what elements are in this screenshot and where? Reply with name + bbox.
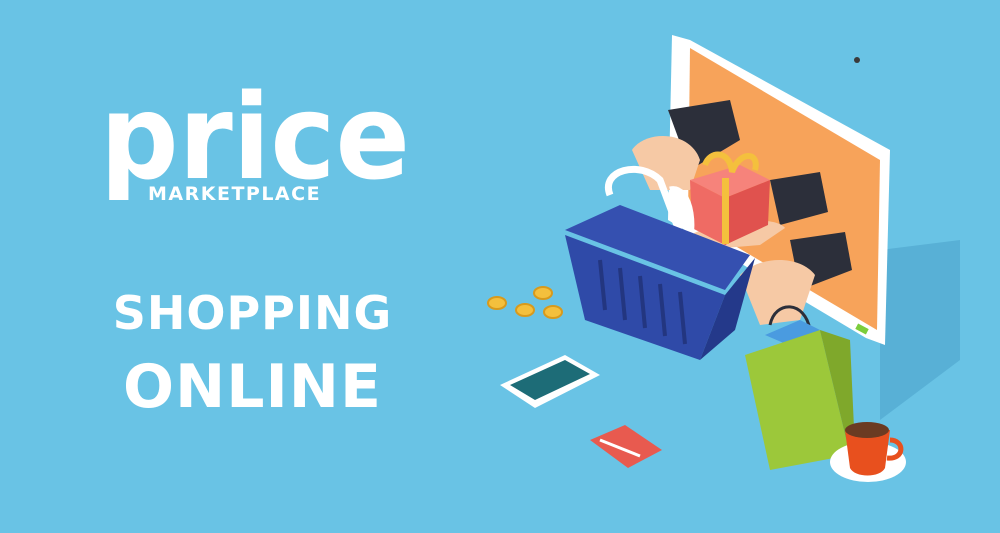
monitor-shadow bbox=[880, 240, 960, 420]
coin-icon bbox=[487, 286, 563, 319]
brand-wordmark: price bbox=[100, 70, 410, 200]
phone-icon bbox=[500, 355, 600, 408]
headline-line-1: SHOPPING bbox=[112, 286, 393, 340]
brand-logo: price bbox=[100, 70, 410, 200]
credit-card-icon bbox=[590, 425, 662, 468]
headline-line-2: ONLINE bbox=[123, 352, 382, 422]
shopping-bag-icon bbox=[745, 305, 855, 470]
online-shopping-illustration bbox=[487, 35, 960, 482]
brand-tagline: MARKETPLACE bbox=[148, 183, 322, 205]
